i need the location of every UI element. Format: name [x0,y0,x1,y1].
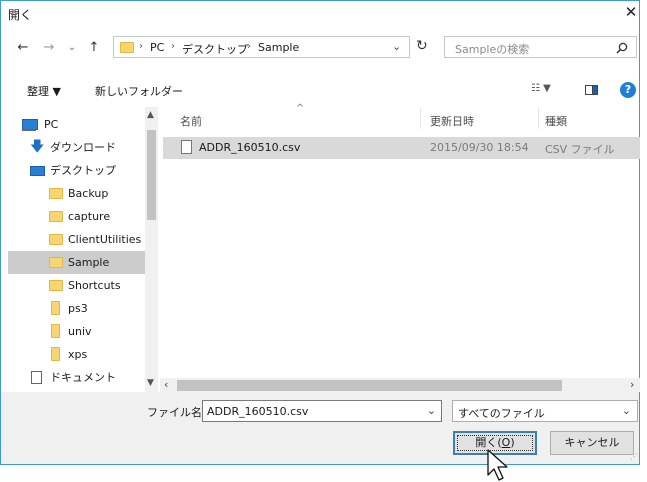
sidebar-item-label: ClientUtilities [68,233,142,246]
column-header-name[interactable]: 名前 [180,113,202,129]
breadcrumb-sample[interactable]: Sample [258,41,299,54]
search-icon[interactable] [616,42,628,54]
filetype-select[interactable]: すべてのファイル ⌄ [452,400,638,422]
address-bar[interactable]: › PC › デスクトップ › Sample ⌄ [113,36,410,58]
file-list-scrollbar-thumb[interactable] [177,380,562,391]
sidebar-item-label: ps3 [68,302,88,315]
sidebar-item-label: capture [68,210,111,223]
sidebar-item-xps[interactable]: xps [8,343,152,366]
sidebar-item-pc[interactable]: PC [8,113,152,136]
cancel-button[interactable]: キャンセル [550,431,634,455]
sidebar-item-desktop[interactable]: デスクトップ [8,159,152,182]
resize-grip-icon[interactable]: ⋰ [630,452,638,461]
sidebar-item-label: Shortcuts [68,279,121,292]
new-folder-button[interactable]: 新しいフォルダー [95,83,183,99]
filetype-value: すべてのファイル [458,407,545,420]
sort-ascending-icon: ^ [296,103,305,114]
breadcrumb-desktop[interactable]: デスクトップ [182,41,248,57]
sidebar-item-label: Sample [68,256,110,269]
column-header-modified[interactable]: 更新日時 [430,113,474,129]
sidebar-scrollbar-thumb[interactable] [147,130,156,220]
forward-icon[interactable]: → [41,40,57,56]
sidebar-item-label: ダウンロード [50,141,116,154]
sidebar-item-ps3[interactable]: ps3 [8,297,152,320]
organize-button[interactable]: 整理 ▼ [27,83,61,99]
folder-icon [49,211,63,222]
breadcrumb-separator-icon: › [171,41,175,52]
mouse-cursor-icon [487,449,508,481]
sidebar-item-shortcuts[interactable]: Shortcuts [8,274,152,297]
search-placeholder: Sampleの検索 [455,43,530,56]
sidebar-item-label: PC [44,118,59,131]
sidebar-item-label: Backup [68,187,109,200]
scroll-up-icon[interactable]: ▲ [147,110,154,120]
view-options-icon[interactable]: ☷ ▼ [531,83,551,94]
column-header-type[interactable]: 種類 [545,113,567,129]
folder-icon [49,280,63,291]
folder-icon [49,188,63,199]
chevron-down-icon[interactable]: ⌄ [427,404,436,417]
chevron-down-icon[interactable]: ⌄ [622,404,631,417]
breadcrumb-separator-icon: › [139,41,143,52]
sidebar-item-downloads[interactable]: 🡇 ダウンロード [8,136,152,159]
preview-pane-icon[interactable] [585,85,598,95]
help-icon[interactable]: ? [620,82,636,98]
sidebar-item-label: デスクトップ [50,164,116,177]
sidebar-item-backup[interactable]: Backup [8,182,152,205]
column-divider[interactable] [420,107,421,129]
recent-locations-icon[interactable]: ⌄ [64,40,80,56]
file-name: ADDR_160510.csv [199,141,301,154]
scroll-right-icon[interactable]: › [630,378,634,391]
scroll-down-icon[interactable]: ▼ [147,378,154,388]
sidebar-item-clientutilities[interactable]: ClientUtilities [8,228,152,251]
folder-icon [49,234,63,245]
breadcrumb-separator-icon: › [247,41,251,52]
sidebar-item-univ[interactable]: univ [8,320,152,343]
up-icon[interactable]: ↑ [86,40,102,56]
chevron-down-icon[interactable]: ⌄ [392,40,401,53]
dialog-title: 開く [8,8,33,22]
file-type: CSV ファイル [545,143,615,156]
back-icon[interactable]: ← [15,40,31,56]
sidebar-item-label: ドキュメント [50,371,116,384]
file-modified: 2015/09/30 18:54 [430,141,529,154]
zip-folder-icon [51,347,60,361]
sidebar-item-label: xps [68,348,88,361]
folder-icon [120,42,134,53]
column-divider[interactable] [538,107,539,129]
filename-input[interactable]: ADDR_160510.csv ⌄ [202,400,442,422]
table-row[interactable]: ADDR_160510.csv 2015/09/30 18:54 CSV ファイ… [163,137,640,159]
sidebar-item-sample[interactable]: Sample [8,251,152,274]
refresh-icon[interactable]: ↻ [416,38,428,54]
search-input[interactable]: Sampleの検索 [444,36,637,58]
sidebar-item-label: univ [68,325,92,338]
folder-icon [49,257,63,268]
navigation-pane: PC 🡇 ダウンロード デスクトップ Backup capture Client… [8,107,158,392]
sidebar-item-documents[interactable]: ドキュメント [8,366,152,389]
scroll-left-icon[interactable]: ‹ [164,378,168,391]
zip-folder-icon [51,301,60,315]
documents-icon [31,371,42,384]
file-icon [181,140,192,154]
download-icon: 🡇 [30,139,45,155]
breadcrumb-pc[interactable]: PC [150,41,164,54]
sidebar-item-capture[interactable]: capture [8,205,152,228]
desktop-icon [30,166,45,176]
filename-value: ADDR_160510.csv [207,405,309,418]
close-icon[interactable]: ✕ [619,2,643,22]
zip-folder-icon [51,324,60,338]
